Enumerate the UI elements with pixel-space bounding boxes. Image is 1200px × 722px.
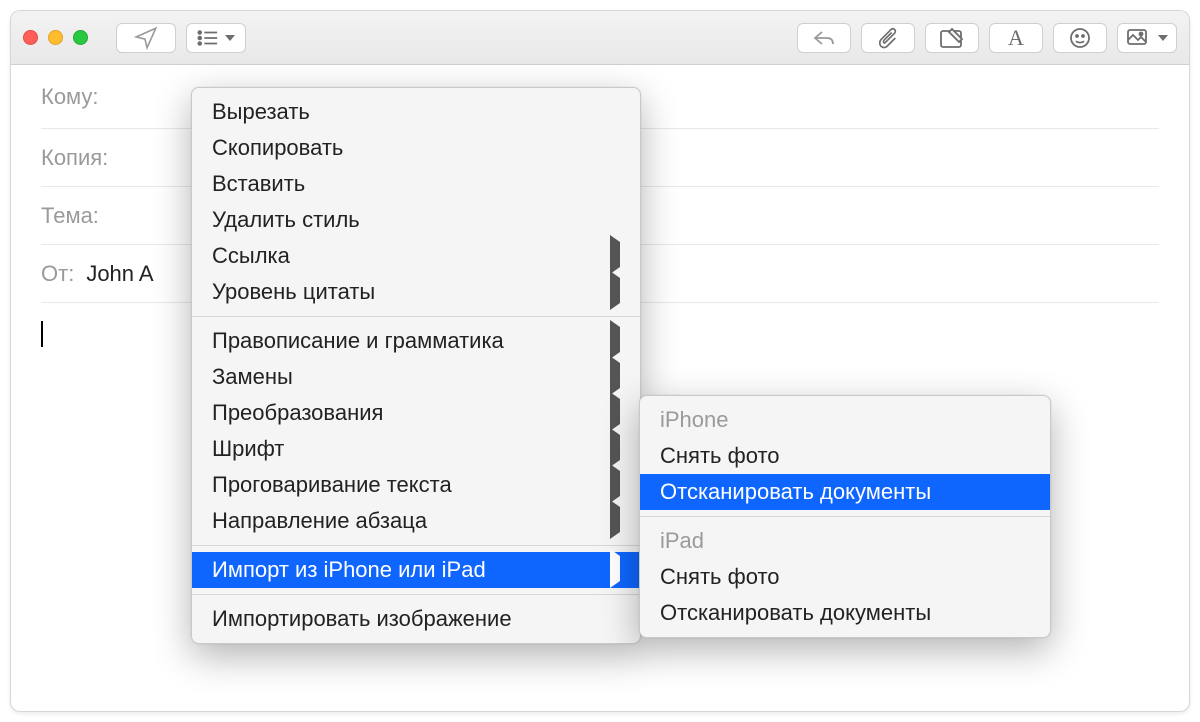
submenu-iphone-header: iPhone — [640, 402, 1050, 438]
menu-separator — [640, 516, 1050, 517]
photo-browser-button[interactable] — [1117, 23, 1177, 53]
reply-button[interactable] — [797, 23, 851, 53]
cc-label: Копия: — [41, 145, 108, 171]
fullscreen-icon[interactable] — [73, 30, 88, 45]
submenu-ipad-header: iPad — [640, 523, 1050, 559]
menu-cut[interactable]: Вырезать — [192, 94, 640, 130]
menu-quote-level[interactable]: Уровень цитаты — [192, 274, 640, 310]
submenu-arrow-icon — [610, 271, 620, 310]
menu-speech[interactable]: Проговаривание текста — [192, 467, 640, 503]
menu-separator — [192, 545, 640, 546]
submenu-arrow-icon — [610, 500, 620, 539]
to-label: Кому: — [41, 84, 99, 110]
paper-plane-icon — [133, 25, 159, 51]
font-a-icon: A — [1008, 25, 1024, 51]
send-button[interactable] — [116, 23, 176, 53]
context-menu: Вырезать Скопировать Вставить Удалить ст… — [191, 87, 641, 644]
submenu-arrow-icon — [610, 356, 620, 395]
mail-compose-window: A Кому: Копия: Тема: От: John A Вырезать… — [10, 10, 1190, 712]
submenu-arrow-icon — [610, 464, 620, 503]
submenu-arrow-icon — [610, 320, 620, 359]
menu-paragraph-direction[interactable]: Направление абзаца — [192, 503, 640, 539]
menu-import-device[interactable]: Импорт из iPhone или iPad — [192, 552, 640, 588]
close-icon[interactable] — [23, 30, 38, 45]
from-value: John A — [86, 261, 153, 287]
emoji-icon — [1068, 26, 1092, 50]
import-submenu: iPhone Снять фото Отсканировать документ… — [639, 395, 1051, 638]
markup-button[interactable] — [925, 23, 979, 53]
emoji-button[interactable] — [1053, 23, 1107, 53]
submenu-arrow-icon — [610, 235, 620, 274]
submenu-arrow-icon — [610, 549, 620, 588]
from-label: От: — [41, 261, 74, 287]
attach-button[interactable] — [861, 23, 915, 53]
text-cursor — [41, 321, 43, 347]
titlebar: A — [11, 11, 1189, 65]
minimize-icon[interactable] — [48, 30, 63, 45]
list-icon — [197, 29, 219, 47]
format-button[interactable]: A — [989, 23, 1043, 53]
menu-paste[interactable]: Вставить — [192, 166, 640, 202]
menu-substitutions[interactable]: Замены — [192, 359, 640, 395]
menu-transformations[interactable]: Преобразования — [192, 395, 640, 431]
submenu-iphone-photo[interactable]: Снять фото — [640, 438, 1050, 474]
menu-remove-style[interactable]: Удалить стиль — [192, 202, 640, 238]
subject-label: Тема: — [41, 203, 99, 229]
menu-font[interactable]: Шрифт — [192, 431, 640, 467]
paperclip-icon — [877, 26, 899, 50]
photos-icon — [1126, 28, 1152, 48]
menu-spelling[interactable]: Правописание и грамматика — [192, 323, 640, 359]
menu-copy[interactable]: Скопировать — [192, 130, 640, 166]
submenu-ipad-photo[interactable]: Снять фото — [640, 559, 1050, 595]
reply-arrow-icon — [812, 28, 836, 48]
chevron-down-icon — [1158, 35, 1168, 41]
submenu-arrow-icon — [610, 428, 620, 467]
header-menu-button[interactable] — [186, 23, 246, 53]
menu-link[interactable]: Ссылка — [192, 238, 640, 274]
markup-icon — [939, 27, 965, 49]
chevron-down-icon — [225, 35, 235, 41]
submenu-iphone-scan[interactable]: Отсканировать документы — [640, 474, 1050, 510]
submenu-ipad-scan[interactable]: Отсканировать документы — [640, 595, 1050, 631]
submenu-arrow-icon — [610, 392, 620, 431]
menu-import-image[interactable]: Импортировать изображение — [192, 601, 640, 637]
menu-separator — [192, 316, 640, 317]
window-controls — [23, 30, 88, 45]
menu-separator — [192, 594, 640, 595]
